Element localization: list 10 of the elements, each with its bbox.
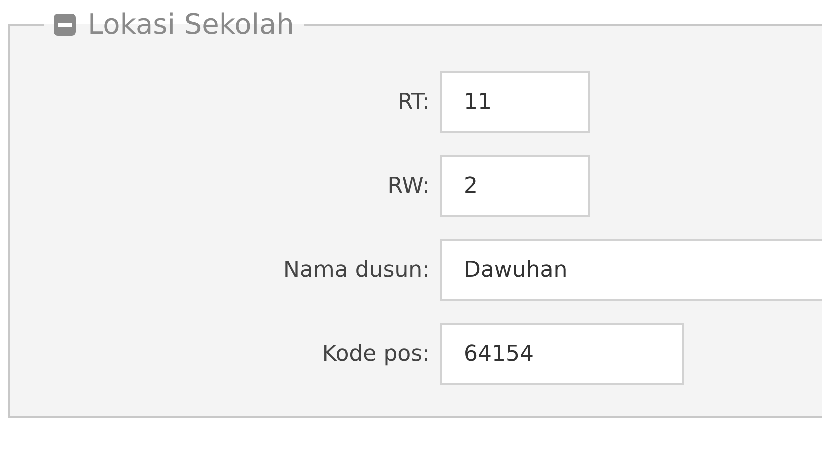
input-field[interactable]: 2 — [440, 155, 590, 217]
input-field[interactable]: 11 — [440, 71, 590, 133]
field-label: Kode pos: — [321, 342, 430, 366]
field-label: Nama dusun: — [282, 258, 430, 282]
field-label: RW: — [386, 174, 430, 198]
input-field[interactable]: 64154 — [440, 323, 684, 385]
section-title: Lokasi Sekolah — [88, 8, 294, 41]
field-label: RT: — [396, 90, 430, 114]
input-field[interactable]: Dawuhan — [440, 239, 822, 301]
collapse-icon[interactable] — [54, 14, 76, 36]
